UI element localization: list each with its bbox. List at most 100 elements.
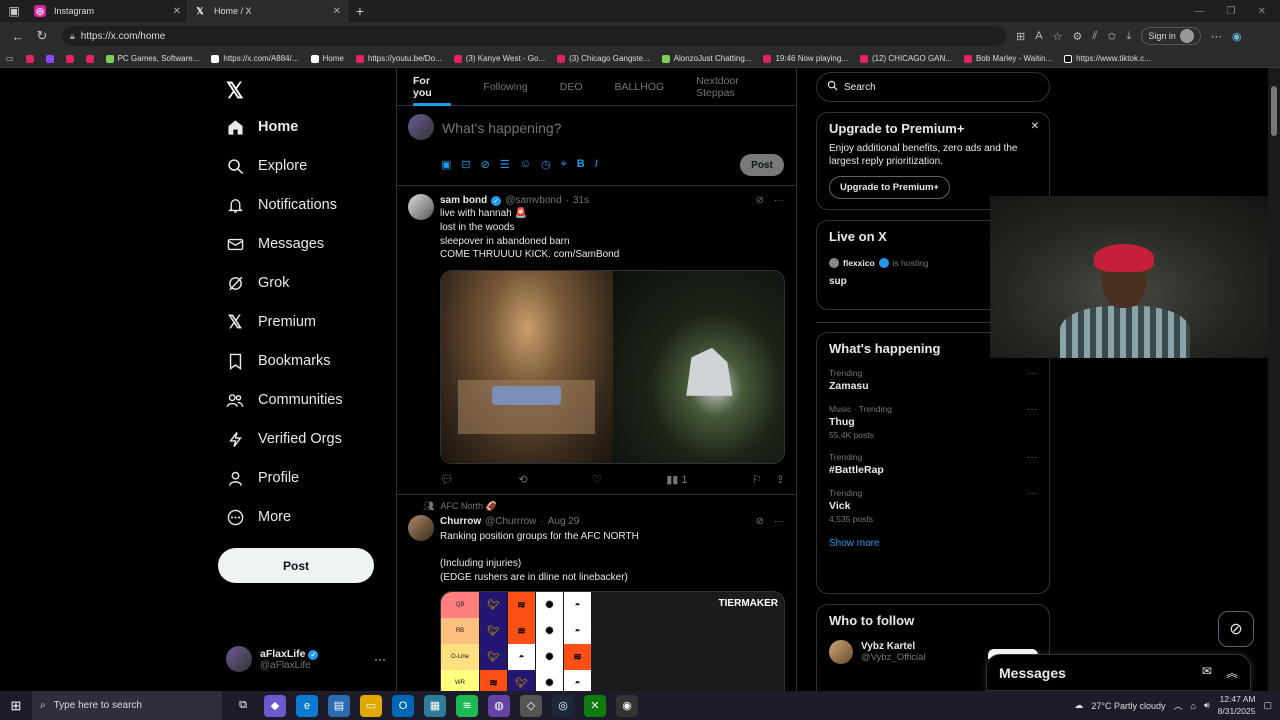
bold-icon[interactable]: B <box>577 158 585 171</box>
bookmark-item[interactable]: https://youtu.be/Do... <box>355 54 442 63</box>
more-dots-icon[interactable]: ··· <box>1027 368 1037 379</box>
new-message-icon[interactable]: ✉ <box>1202 664 1212 681</box>
account-switcher[interactable]: aFlaxLife ✓ @aFlaxLife ··· <box>226 646 386 672</box>
grok-explain-icon[interactable]: ⊘ <box>756 516 764 527</box>
window-menu-icon[interactable]: ▣ <box>0 0 28 22</box>
extensions-icon[interactable]: ⚙ <box>1072 30 1082 43</box>
nav-communities[interactable]: Communities <box>226 388 343 412</box>
copilot-icon[interactable]: ◉ <box>1232 30 1242 43</box>
minimize-icon[interactable]: — <box>1195 6 1205 17</box>
bookmark-item[interactable]: AlonzoJust Chatting... <box>661 54 751 63</box>
expand-chevron-icon[interactable]: ︽ <box>1226 664 1238 681</box>
tweet[interactable]: 👥︎ AFC North 🏈 Churrow @Churrrow · Aug 2… <box>397 495 796 691</box>
more-dots-icon[interactable]: ··· <box>1027 404 1037 415</box>
close-icon[interactable]: ✕ <box>1031 121 1039 132</box>
bookmark-youtube-3[interactable] <box>85 54 94 63</box>
grok-floating-button[interactable]: ⊘ <box>1218 611 1254 647</box>
nav-home[interactable]: Home <box>226 115 298 139</box>
bookmark-youtube-2[interactable] <box>65 54 74 63</box>
grok-icon[interactable]: ⊘ <box>481 158 490 171</box>
upgrade-premium-button[interactable]: Upgrade to Premium+ <box>829 176 950 199</box>
bookmark-item[interactable]: (3) Chicago Gangste... <box>557 54 650 63</box>
close-icon[interactable]: ✕ <box>173 6 181 17</box>
share-icon[interactable]: ⇪ <box>776 473 785 486</box>
avatar[interactable] <box>408 194 434 220</box>
schedule-icon[interactable]: ◷ <box>541 158 551 171</box>
compose-input[interactable]: What's happening? <box>442 120 561 136</box>
outlook-icon[interactable]: O <box>392 694 414 717</box>
tab-home-x[interactable]: 𝕏 Home / X ✕ <box>188 0 348 22</box>
nav-grok[interactable]: Grok <box>226 271 289 295</box>
tab-nextdoor-steppas[interactable]: Nextdoor Steppas <box>680 68 796 106</box>
bookmark-item[interactable]: https://x.com/A884/... <box>211 54 299 63</box>
post-button[interactable]: Post <box>218 548 374 583</box>
nav-verified-orgs[interactable]: Verified Orgs <box>226 427 342 451</box>
url-input[interactable]: 🔒︎ https://x.com/home <box>62 26 1006 46</box>
italic-icon[interactable]: I <box>595 158 598 171</box>
more-dots-icon[interactable]: ··· <box>774 516 784 527</box>
messages-drawer[interactable]: Messages ✉ ︽ <box>986 654 1251 691</box>
trend-item[interactable]: Trending Vick 4,535 posts ··· <box>829 488 1037 524</box>
bookmark-youtube[interactable] <box>25 54 34 63</box>
image-icon[interactable]: ▣ <box>441 158 451 171</box>
tweet-time[interactable]: Aug 29 <box>548 516 580 527</box>
download-icon[interactable]: ⤓ <box>1126 30 1131 43</box>
bookmark-item[interactable]: Bob Marley - Waitin... <box>963 54 1052 63</box>
taskbar-search[interactable]: ⌕ Type here to search <box>32 691 222 720</box>
nav-bookmarks[interactable]: Bookmarks <box>226 349 331 373</box>
tweet-author-handle[interactable]: @samvbond <box>505 195 561 206</box>
obs-icon[interactable]: ◍ <box>488 694 510 717</box>
nav-messages[interactable]: Messages <box>226 232 324 256</box>
bookmark-icon[interactable]: ⚐ <box>752 473 762 486</box>
tweet-author-handle[interactable]: @Churrrow <box>485 516 536 527</box>
favorites-icon[interactable]: ✩ <box>1107 30 1116 43</box>
nav-explore[interactable]: Explore <box>226 154 307 178</box>
favorite-star-icon[interactable]: ☆ <box>1053 30 1063 43</box>
compose-post-button[interactable]: Post <box>740 154 784 176</box>
x-logo-icon[interactable]: 𝕏 <box>226 78 246 103</box>
more-dots-icon[interactable]: ··· <box>774 195 784 206</box>
store-app-icon[interactable]: ▤ <box>328 694 350 717</box>
more-dots-icon[interactable]: ··· <box>374 652 386 666</box>
bookmark-twitch[interactable] <box>45 54 54 63</box>
file-explorer-icon[interactable]: ▭ <box>360 694 382 717</box>
notifications-icon[interactable]: ▢ <box>1263 700 1272 711</box>
tweet[interactable]: sam bond ✓ @samvbond · 31s ⊘ ··· live wi… <box>397 186 796 495</box>
show-more-link[interactable]: Show more <box>829 538 1037 549</box>
page-scrollbar[interactable] <box>1268 68 1280 691</box>
bookmark-item[interactable]: PC Games, Software... <box>105 54 199 63</box>
nav-premium[interactable]: 𝕏 Premium <box>226 310 316 334</box>
emoji-icon[interactable]: ☺ <box>520 158 531 171</box>
close-window-icon[interactable]: ✕ <box>1258 6 1266 17</box>
clock[interactable]: 12:47 AM 8/31/2025 <box>1218 694 1256 716</box>
poll-icon[interactable]: ☰ <box>500 158 510 171</box>
restore-icon[interactable]: ❐ <box>1227 6 1236 17</box>
refresh-icon[interactable]: ↻ <box>30 28 54 44</box>
tray-chevron-icon[interactable]: ︿ <box>1174 699 1183 712</box>
bookmark-item[interactable]: (12) CHICAGO GAN... <box>859 54 952 63</box>
split-screen-icon[interactable]: ⫽ <box>1092 30 1097 43</box>
sign-in-button[interactable]: Sign in <box>1141 27 1201 45</box>
location-icon[interactable]: ⌖ <box>561 158 567 171</box>
repost-icon[interactable]: ⟲ <box>518 473 527 486</box>
spotify-icon[interactable]: ≋ <box>456 694 478 717</box>
views-button[interactable]: ▮▮ 1 <box>666 473 687 486</box>
menu-dots-icon[interactable]: ⋯ <box>1211 30 1222 43</box>
tab-ballhog[interactable]: BALLHOG <box>599 68 681 106</box>
nav-profile[interactable]: Profile <box>226 466 299 490</box>
like-icon[interactable]: ♡ <box>592 473 602 486</box>
recorder-icon[interactable]: ◉ <box>616 694 638 717</box>
bookmark-item[interactable]: 19:46 Now playing... <box>763 54 848 63</box>
task-view-icon[interactable]: ⧉ <box>232 695 254 717</box>
weather-text[interactable]: 27°C Partly cloudy <box>1091 701 1165 711</box>
more-dots-icon[interactable]: ··· <box>1027 488 1037 499</box>
reply-icon[interactable]: 💬︎ <box>440 473 454 486</box>
bookmark-item[interactable]: https://www.tiktok.c... <box>1064 54 1151 63</box>
grok-explain-icon[interactable]: ⊘ <box>756 195 764 206</box>
tweet-time[interactable]: 31s <box>573 195 589 206</box>
xbox-icon[interactable]: ✕ <box>584 694 606 717</box>
woods-photo[interactable] <box>612 271 784 463</box>
new-tab-button[interactable]: + <box>348 3 372 19</box>
steam-icon[interactable]: ◎ <box>552 694 574 717</box>
nav-notifications[interactable]: Notifications <box>226 193 337 217</box>
